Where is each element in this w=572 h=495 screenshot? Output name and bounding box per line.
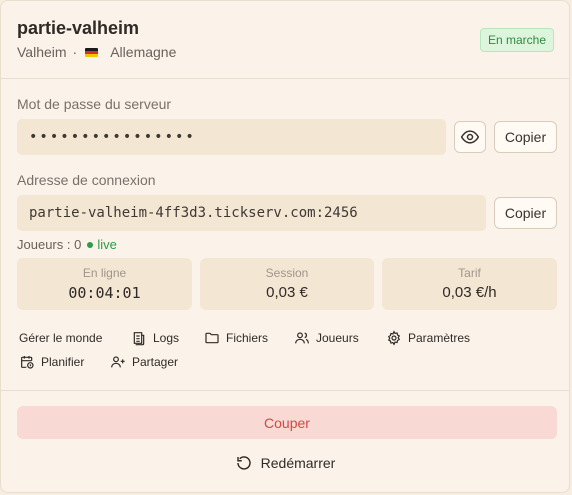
live-indicator: live [87, 237, 117, 252]
restart-button[interactable]: Redémarrer [1, 452, 569, 474]
country-name: Allemagne [110, 44, 177, 60]
status-badge: En marche [479, 28, 554, 52]
action-label: Gérer le monde [19, 331, 103, 345]
users-icon [295, 332, 309, 344]
copy-address-button[interactable]: Copier [494, 197, 557, 229]
live-dot-icon [87, 241, 94, 248]
folder-icon [205, 332, 219, 344]
players-button[interactable]: Joueurs [294, 330, 359, 346]
action-label: Paramètres [408, 331, 471, 345]
stat-value: 0,03 €/h [442, 284, 497, 301]
settings-button[interactable]: Paramètres [386, 330, 470, 346]
separator: · [72, 44, 78, 60]
action-label: Planifier [41, 355, 85, 369]
stat-online: En ligne 00:04:01 [17, 258, 192, 310]
logs-button[interactable]: Logs [131, 330, 179, 346]
copy-password-button[interactable]: Copier [494, 121, 557, 153]
card-header: partie-valheim Valheim · Allemagne En ma… [1, 1, 569, 79]
stat-value: 0,03 € [266, 284, 308, 301]
eye-icon [460, 130, 480, 144]
password-field[interactable]: •••••••••••••••• [17, 119, 446, 155]
stat-value: 00:04:01 [68, 284, 141, 302]
user-plus-icon [111, 356, 125, 368]
action-label: Joueurs [316, 331, 359, 345]
divider [1, 390, 569, 391]
live-label: live [97, 237, 117, 252]
schedule-button[interactable]: Planifier [19, 354, 84, 370]
germany-flag-icon [85, 47, 99, 57]
server-card: partie-valheim Valheim · Allemagne En ma… [0, 0, 570, 493]
stat-session: Session 0,03 € [200, 258, 374, 310]
manage-world-button[interactable]: Gérer le monde [19, 331, 102, 345]
password-label: Mot de passe du serveur [17, 96, 172, 112]
files-button[interactable]: Fichiers [204, 330, 268, 346]
toggle-password-button[interactable] [454, 121, 486, 153]
restart-icon [236, 456, 251, 470]
game-name: Valheim [17, 44, 67, 60]
calendar-clock-icon [21, 356, 34, 369]
players-count: Joueurs : 0 [17, 237, 82, 252]
stat-label: Session [265, 266, 309, 280]
server-title: partie-valheim [17, 18, 140, 38]
stat-label: Tarif [458, 266, 481, 280]
restart-label: Redémarrer [260, 455, 336, 471]
share-button[interactable]: Partager [110, 354, 178, 370]
stop-button[interactable]: Couper [17, 406, 557, 439]
connection-label: Adresse de connexion [17, 172, 156, 188]
gear-icon [387, 330, 401, 346]
stat-rate: Tarif 0,03 €/h [382, 258, 557, 310]
logs-icon [133, 332, 145, 346]
action-label: Logs [153, 331, 180, 345]
action-label: Partager [132, 355, 179, 369]
stat-label: En ligne [82, 266, 127, 280]
action-label: Fichiers [226, 331, 269, 345]
server-subtitle: Valheim · Allemagne [17, 44, 176, 60]
players-status: Joueurs : 0 live [17, 237, 117, 252]
connection-address-field[interactable]: partie-valheim-4ff3d3.tickserv.com:2456 [17, 195, 486, 231]
